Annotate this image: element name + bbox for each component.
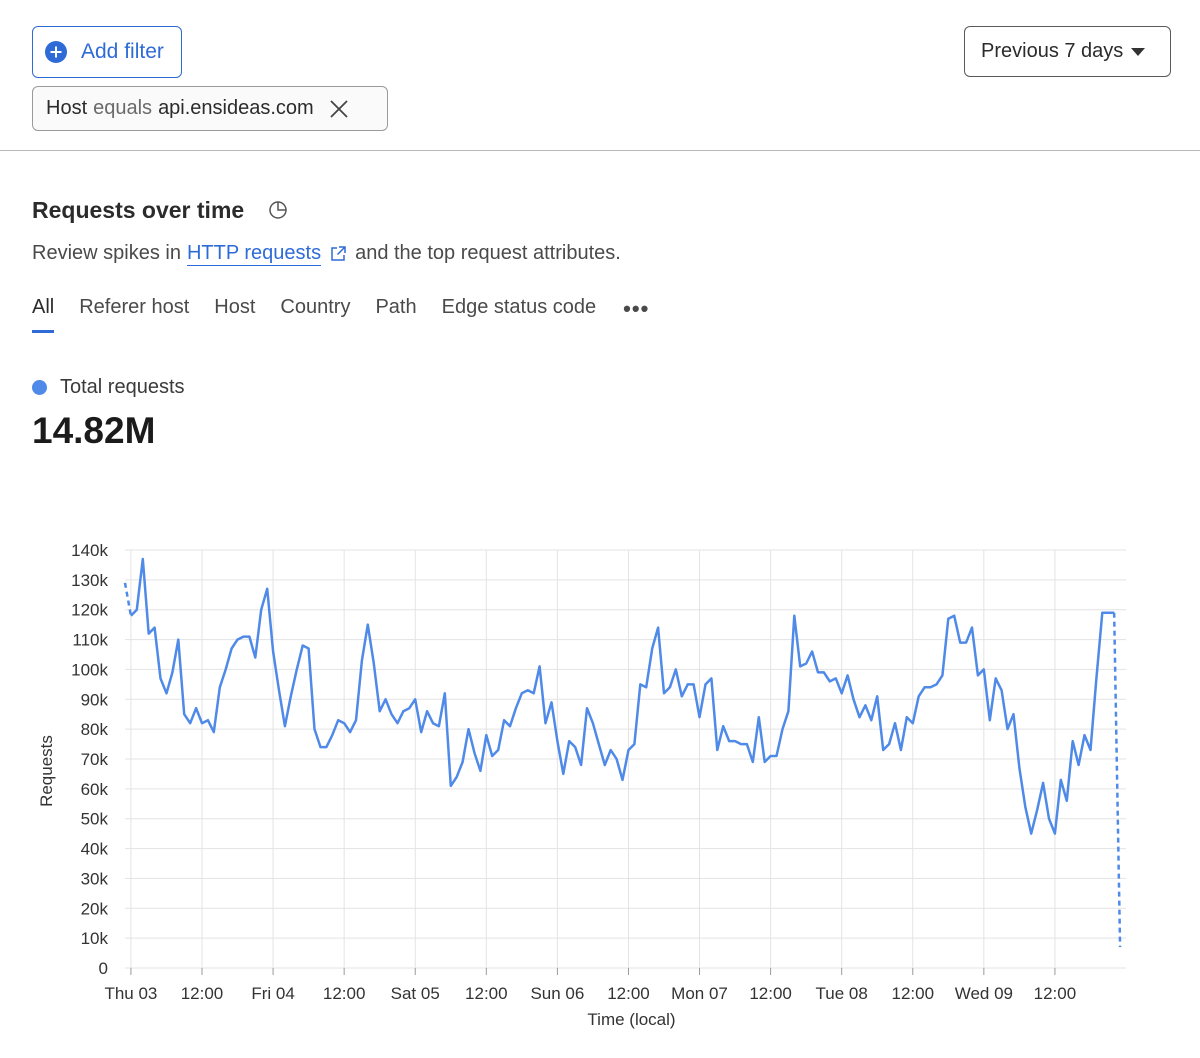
- close-icon[interactable]: [328, 98, 350, 120]
- section-subtitle: Review spikes in HTTP requests and the t…: [32, 241, 621, 266]
- x-tick-label: Sun 06: [530, 984, 584, 1003]
- legend-label: Total requests: [60, 376, 185, 398]
- x-tick-label: 12:00: [181, 984, 224, 1003]
- tab-country[interactable]: Country: [280, 296, 350, 334]
- x-tick-label: Thu 03: [104, 984, 157, 1003]
- x-tick-label: Mon 07: [671, 984, 728, 1003]
- subtitle-text-before: Review spikes in: [32, 242, 181, 264]
- x-tick-label: 12:00: [465, 984, 508, 1003]
- tab-path[interactable]: Path: [375, 296, 416, 334]
- y-axis-title: Requests: [37, 735, 56, 807]
- total-requests-value: 14.82M: [32, 410, 156, 451]
- legend: Total requests: [32, 376, 185, 399]
- y-tick-label: 60k: [81, 780, 109, 799]
- y-tick-label: 140k: [71, 541, 108, 560]
- tab-bar: All Referer host Host Country Path Edge …: [32, 296, 649, 336]
- series-dashed-start: [123, 582, 133, 616]
- y-tick-label: 50k: [81, 810, 109, 829]
- y-tick-label: 40k: [81, 840, 109, 859]
- more-icon[interactable]: •••: [623, 296, 649, 336]
- x-tick-label: 12:00: [323, 984, 366, 1003]
- x-tick-label: 12:00: [1034, 984, 1077, 1003]
- date-range-dropdown[interactable]: Previous 7 days: [964, 26, 1171, 77]
- x-tick-label: Wed 09: [955, 984, 1013, 1003]
- y-tick-label: 120k: [71, 601, 108, 620]
- filter-chip[interactable]: Host equals api.ensideas.com: [32, 86, 388, 131]
- x-tick-label: Sat 05: [391, 984, 440, 1003]
- requests-chart[interactable]: 0 10k 20k 30k 40k 50k 60k 70k 80k 90k 100k 110k 120k…: [0, 530, 1200, 1040]
- legend-dot: [32, 380, 47, 395]
- x-tick-label: 12:00: [749, 984, 792, 1003]
- y-tick-label: 0: [99, 959, 108, 978]
- caret-down-icon: [1131, 47, 1146, 56]
- tab-host[interactable]: Host: [214, 296, 255, 334]
- pie-chart-icon[interactable]: [267, 199, 289, 221]
- y-tick-label: 90k: [81, 690, 109, 709]
- external-link-icon[interactable]: [329, 245, 347, 263]
- subtitle-text-after: and the top request attributes.: [355, 242, 621, 264]
- y-tick-label: 30k: [81, 869, 109, 888]
- series-dashed-end: [1112, 612, 1122, 948]
- tab-referer-host[interactable]: Referer host: [79, 296, 189, 334]
- y-tick-label: 70k: [81, 750, 109, 769]
- date-range-label: Previous 7 days: [981, 40, 1124, 62]
- x-tick-label: 12:00: [607, 984, 650, 1003]
- y-tick-label: 10k: [81, 929, 109, 948]
- add-filter-button[interactable]: Add filter: [32, 26, 182, 78]
- filter-bar: Add filter Previous 7 days Host equals a…: [0, 0, 1200, 151]
- y-tick-label: 130k: [71, 571, 108, 590]
- filter-chip-field: Host: [46, 97, 88, 119]
- tab-edge-status-code[interactable]: Edge status code: [442, 296, 597, 334]
- y-tick-label: 80k: [81, 720, 109, 739]
- x-tick-label: Fri 04: [251, 984, 294, 1003]
- http-requests-link[interactable]: HTTP requests: [186, 241, 322, 266]
- series-line: [130, 557, 1115, 835]
- tab-all[interactable]: All: [32, 296, 55, 334]
- y-tick-label: 110k: [72, 631, 108, 650]
- x-tick-label: 12:00: [891, 984, 934, 1003]
- y-tick-label: 100k: [71, 660, 108, 679]
- section-title: Requests over time: [32, 197, 245, 223]
- y-tick-label: 20k: [81, 899, 109, 918]
- x-tick-label: Tue 08: [816, 984, 868, 1003]
- filter-chip-value: api.ensideas.com: [158, 97, 314, 119]
- x-axis-title: Time (local): [587, 1010, 675, 1029]
- add-filter-label: Add filter: [81, 40, 164, 63]
- plus-circle-icon: [45, 41, 67, 63]
- filter-chip-operator: equals: [93, 97, 153, 119]
